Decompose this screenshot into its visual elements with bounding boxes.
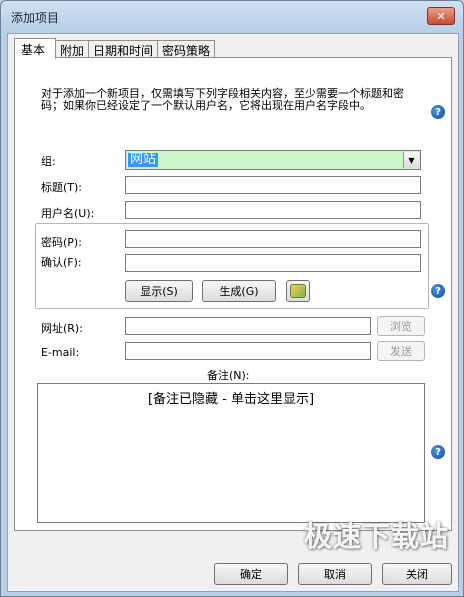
url-field[interactable] — [125, 317, 371, 335]
title-field[interactable] — [125, 176, 421, 194]
password-label: 密码(P): — [41, 236, 82, 249]
send-button[interactable]: 发送 — [377, 341, 425, 361]
add-item-dialog: 添加项目 ✕ 基本 附加 日期和时间 密码策略 对于添加一个新项目，仅需填写下列… — [0, 0, 464, 597]
username-field[interactable] — [125, 201, 421, 219]
confirm-label: 确认(F): — [41, 256, 82, 269]
confirm-field[interactable] — [125, 254, 421, 272]
browse-button[interactable]: 浏览 — [377, 316, 425, 336]
tab-basic[interactable]: 基本 — [14, 38, 57, 59]
basic-panel: 对于添加一个新项目，仅需填写下列字段相关内容，至少需要一个标题和密码；如果你已经… — [14, 57, 452, 531]
tab-strip: 基本 附加 日期和时间 密码策略 — [14, 38, 216, 59]
email-label: E-mail: — [41, 346, 80, 359]
chevron-down-icon[interactable]: ▼ — [403, 152, 419, 168]
email-field[interactable] — [125, 342, 371, 360]
watermark: 极速下载站 — [303, 520, 449, 553]
username-label: 用户名(U): — [41, 207, 95, 220]
group-label: 组: — [41, 155, 56, 168]
show-password-button[interactable]: 显示(S) — [125, 280, 193, 302]
title-label: 标题(T): — [41, 181, 83, 194]
cancel-button[interactable]: 取消 — [298, 563, 372, 585]
notes-label: 备注(N): — [207, 369, 250, 382]
ok-button[interactable]: 确定 — [214, 563, 288, 585]
url-label: 网址(R): — [41, 322, 83, 335]
close-dialog-button[interactable]: 关闭 — [382, 563, 452, 585]
group-selected-value: 网站 — [128, 152, 159, 167]
key-icon — [290, 284, 306, 298]
password-field[interactable] — [125, 230, 421, 248]
close-button[interactable]: ✕ — [427, 7, 455, 25]
window-title: 添加项目 — [11, 11, 60, 25]
notes-hidden-text[interactable]: [备注已隐藏 - 单击这里显示] — [148, 392, 314, 407]
help-icon[interactable]: ? — [431, 284, 445, 298]
close-icon: ✕ — [436, 9, 446, 23]
intro-text: 对于添加一个新项目，仅需填写下列字段相关内容，至少需要一个标题和密码；如果你已经… — [41, 87, 404, 112]
generate-password-button[interactable]: 生成(G) — [202, 280, 276, 302]
help-icon[interactable]: ? — [431, 105, 445, 119]
notes-area[interactable]: [备注已隐藏 - 单击这里显示] — [37, 383, 425, 523]
help-icon[interactable]: ? — [431, 445, 445, 459]
group-select[interactable]: 网站 ▼ — [125, 150, 421, 170]
dialog-client: 基本 附加 日期和时间 密码策略 对于添加一个新项目，仅需填写下列字段相关内容，… — [7, 33, 459, 592]
key-tool-button[interactable] — [286, 280, 310, 302]
